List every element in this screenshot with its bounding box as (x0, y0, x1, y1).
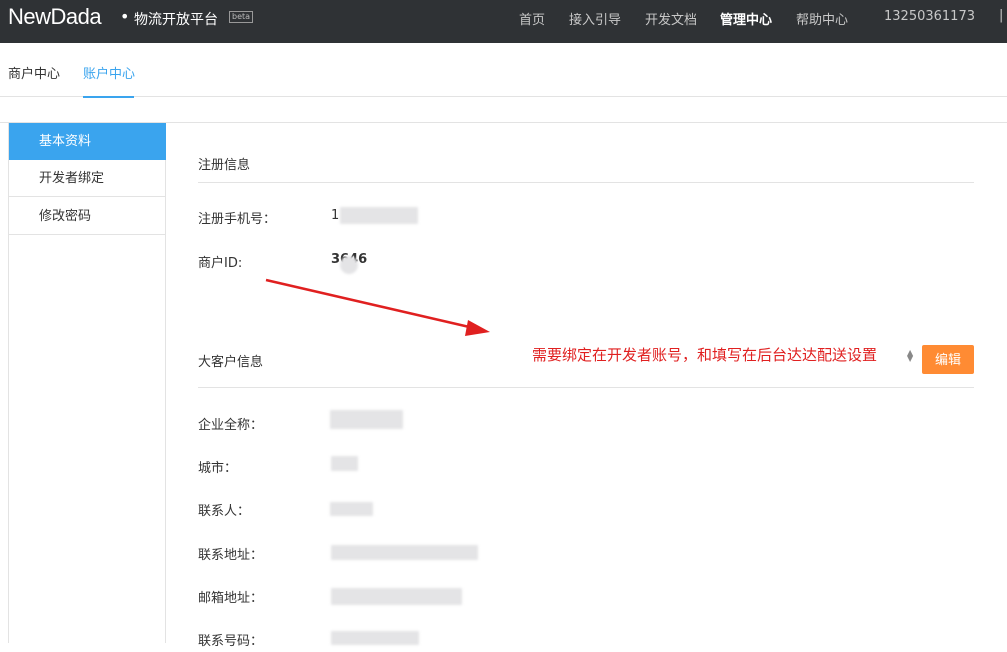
active-tab-indicator (83, 96, 134, 98)
merchant-id-redaction (340, 256, 358, 274)
registration-divider (198, 182, 974, 183)
newdada-logo[interactable]: NewDada (8, 4, 102, 30)
nav-help-center[interactable]: 帮助中心 (796, 9, 848, 28)
enterprise-section-title: 大客户信息 (198, 355, 264, 370)
sidebar-item-basic-info[interactable]: 基本资料 (9, 123, 166, 160)
nav-integration-guide[interactable]: 接入引导 (569, 9, 621, 28)
nav-dev-docs[interactable]: 开发文档 (645, 9, 697, 28)
address-redaction (331, 545, 478, 560)
nav-management-center[interactable]: 管理中心 (720, 9, 772, 28)
contact-label: 联系人： (198, 504, 251, 519)
platform-title: 物流开放平台 (134, 12, 218, 28)
contact-phone-label: 联系号码： (198, 634, 264, 649)
edit-button[interactable]: 编辑 (922, 345, 974, 374)
phone-redaction (340, 207, 418, 224)
header-separator: | (999, 8, 1004, 23)
tab-merchant-center[interactable]: 商户中心 (8, 63, 60, 82)
email-label: 邮箱地址： (198, 591, 264, 606)
registration-section-title: 注册信息 (198, 158, 251, 173)
merchant-id-label: 商户ID: (198, 256, 243, 271)
beta-badge: beta (229, 11, 254, 23)
phone-label: 注册手机号： (198, 212, 277, 227)
address-label: 联系地址： (198, 548, 264, 563)
annotation-text: 需要绑定在开发者账号，和填写在后台达达配送设置 (532, 346, 878, 364)
spinner-arrows-icon: ▲ ▼ (907, 348, 914, 363)
company-name-redaction (330, 410, 403, 429)
city-redaction (331, 456, 358, 471)
user-phone[interactable]: 13250361173 (884, 9, 975, 24)
nav-home[interactable]: 首页 (519, 9, 545, 28)
sidebar-item-change-password[interactable]: 修改密码 (9, 198, 166, 235)
tab-account-center[interactable]: 账户中心 (83, 63, 135, 82)
email-redaction (331, 588, 462, 605)
logo-dot: • (120, 7, 130, 26)
phone-value: 1 (331, 208, 340, 223)
contact-redaction (330, 502, 373, 516)
top-nav-bar: NewDada • 物流开放平台 beta 首页 接入引导 开发文档 管理中心 … (0, 0, 1007, 43)
sidebar: 基本资料 开发者绑定 修改密码 (8, 123, 166, 643)
sidebar-item-developer-binding[interactable]: 开发者绑定 (9, 160, 166, 197)
company-name-label: 企业全称： (198, 418, 264, 433)
enterprise-divider (198, 387, 974, 388)
city-label: 城市： (198, 461, 238, 476)
sub-tabs: 商户中心 账户中心 (0, 43, 1007, 97)
